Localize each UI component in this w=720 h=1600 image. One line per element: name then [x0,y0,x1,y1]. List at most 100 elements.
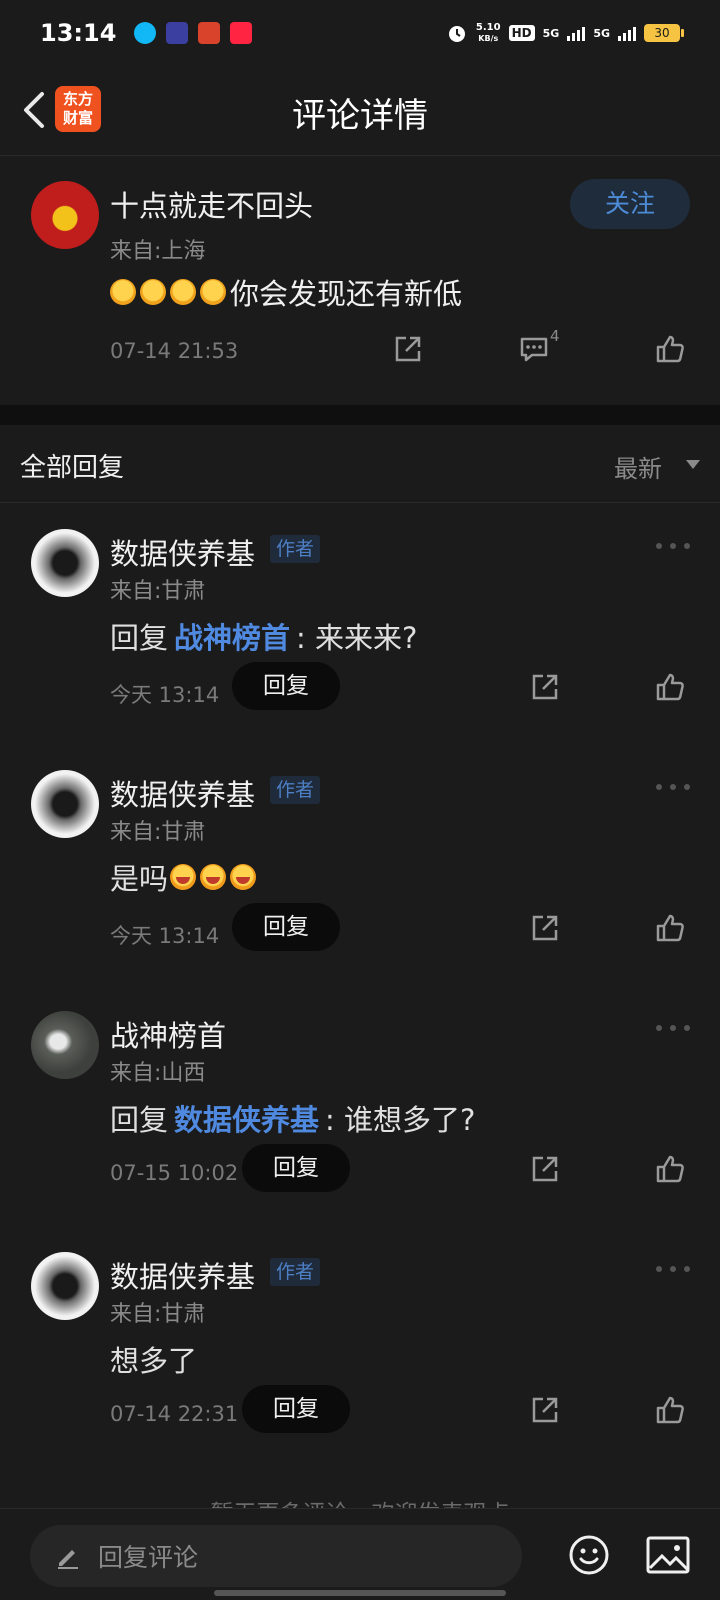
mention-link[interactable]: 战神榜首 [174,615,290,657]
laugh-emoji-icon [170,864,197,890]
reply-prefix: 回复 [110,621,169,655]
more-options-icon[interactable] [656,782,690,792]
reply-text: 回复 数据侠养基 : 谁想多了? [110,1097,475,1139]
reply-author[interactable]: 战神榜首 [110,1013,226,1055]
reply-text: 回复 战神榜首 : 来来来? [110,615,417,657]
network-speed-unit: KB/s [478,34,499,43]
bottom-bar: 回复评论 [0,1508,720,1600]
reply-item: 数据侠养基 作者 来自:甘肃 想多了 07-14 22:31 回复 [0,1228,720,1468]
signal-icon [618,25,636,41]
reply-time: 今天 13:14 [110,683,220,707]
app-notification-icon [198,22,221,44]
reply-text-content: 想多了 [110,1344,198,1378]
comment-author[interactable]: 十点就走不回头 [110,183,313,225]
network-speed-value: 5.10 [475,22,501,33]
reply-author[interactable]: 数据侠养基 [110,772,255,814]
author-badge: 作者 [270,776,321,804]
comment-icon[interactable] [518,333,550,365]
reply-author[interactable]: 数据侠养基 [110,1254,255,1296]
main-comment: 十点就走不回头 来自:上海 你会发现还有新低 关注 07-14 21:53 4 [0,157,720,405]
reply-button[interactable]: 回复 [232,903,340,951]
share-icon[interactable] [529,912,561,944]
image-icon[interactable] [646,1536,690,1574]
status-bar: 13:14 5.10 KB/s HD 5G 5G 30 [0,0,720,66]
author-badge: 作者 [270,535,321,563]
status-app-icons [134,22,253,44]
reply-item: 战神榜首 来自:山西 回复 数据侠养基 : 谁想多了? 07-15 10:02 … [0,987,720,1227]
reply-location: 来自:甘肃 [110,820,206,845]
comment-text-content: 你会发现还有新低 [230,277,463,311]
reply-count: 4 [550,327,560,345]
share-icon[interactable] [392,333,424,365]
section-divider [0,405,720,425]
reply-button[interactable]: 回复 [232,662,340,710]
like-icon[interactable] [654,1153,686,1185]
hug-emoji-icon [110,279,136,305]
laugh-emoji-icon [230,864,257,890]
share-icon[interactable] [529,1394,561,1426]
like-icon[interactable] [654,671,686,703]
mention-link[interactable]: 数据侠养基 [174,1097,319,1139]
reply-item: 数据侠养基 作者 来自:甘肃 回复 战神榜首 : 来来来? 今天 13:14 回… [0,505,720,745]
share-icon[interactable] [529,1153,561,1185]
avatar[interactable] [31,1252,99,1320]
status-time: 13:14 [40,19,117,47]
hug-emoji-icon [170,279,196,305]
caret-down-icon[interactable] [686,460,700,469]
author-badge: 作者 [270,1258,321,1286]
reply-button[interactable]: 回复 [242,1385,350,1433]
app-notification-icon [166,22,189,44]
reply-location: 来自:山西 [110,1061,206,1086]
comment-time: 07-14 21:53 [110,339,239,363]
home-indicator[interactable] [214,1590,506,1596]
battery-icon: 30 [644,24,684,42]
avatar[interactable] [31,1011,99,1079]
page-title: 评论详情 [292,96,428,136]
emoji-icon[interactable] [568,1534,610,1576]
xiaohongshu-icon [230,22,253,44]
pencil-icon [58,1550,78,1569]
more-options-icon[interactable] [656,1264,690,1274]
reply-author[interactable]: 数据侠养基 [110,531,255,573]
reply-text-content: : 来来来? [296,621,418,655]
reply-text-content: 是吗 [110,862,169,896]
reply-text: 想多了 [110,1338,197,1380]
more-options-icon[interactable] [656,541,690,551]
reply-text: 是吗 [110,856,260,898]
reply-button[interactable]: 回复 [242,1144,350,1192]
reply-prefix: 回复 [110,1103,169,1137]
avatar[interactable] [31,770,99,838]
sim1-label: 5G [542,26,560,40]
reply-input[interactable]: 回复评论 [30,1525,522,1587]
alarm-icon [448,26,465,42]
avatar[interactable] [31,181,99,249]
like-icon[interactable] [654,912,686,944]
reply-location: 来自:甘肃 [110,579,206,604]
avatar[interactable] [31,529,99,597]
hug-emoji-icon [140,279,166,305]
qq-icon [134,22,157,44]
more-options-icon[interactable] [656,1023,690,1033]
signal-icon [567,25,586,41]
replies-title: 全部回复 [20,453,125,483]
like-icon[interactable] [654,333,686,365]
reply-time: 07-14 22:31 [110,1402,239,1426]
reply-item: 数据侠养基 作者 来自:甘肃 是吗 今天 13:14 回复 [0,746,720,986]
like-icon[interactable] [654,1394,686,1426]
share-icon[interactable] [529,671,561,703]
reply-time: 07-15 10:02 [110,1161,239,1185]
status-indicators: 5.10 KB/s HD 5G 5G 30 [446,22,684,44]
comment-text: 你会发现还有新低 [110,271,462,313]
sort-dropdown[interactable]: 最新 [614,449,662,484]
follow-button[interactable]: 关注 [570,179,690,229]
reply-location: 来自:甘肃 [110,1302,206,1327]
hd-icon: HD [508,25,535,41]
sim2-label: 5G [593,26,610,40]
reply-text-content: : 谁想多了? [325,1103,476,1137]
header: 东方 财富 评论详情 [0,66,720,156]
reply-time: 今天 13:14 [110,924,220,948]
reply-input-placeholder: 回复评论 [98,1543,199,1572]
comment-location: 来自:上海 [110,239,206,264]
laugh-emoji-icon [200,864,227,890]
hug-emoji-icon [200,279,226,305]
